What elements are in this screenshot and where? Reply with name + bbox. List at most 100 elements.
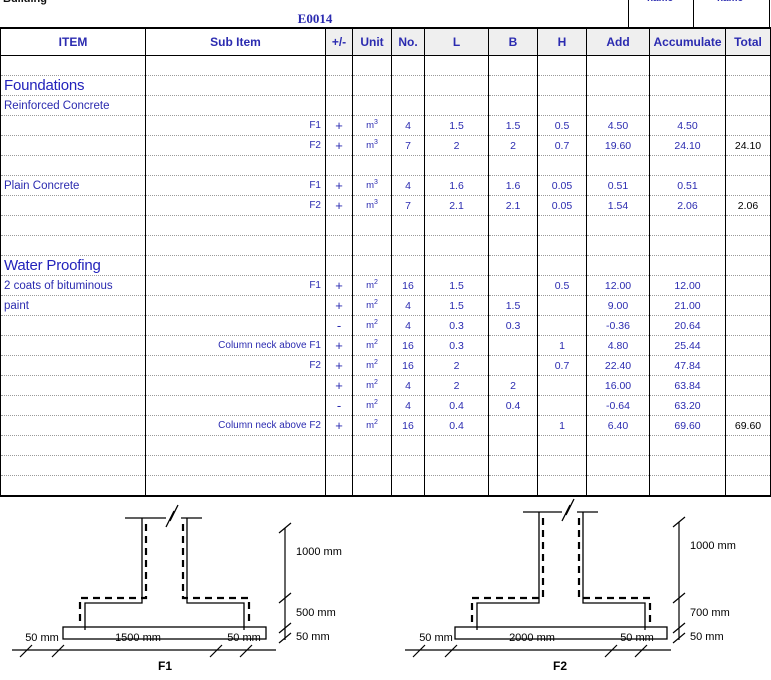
cell-b[interactable]	[488, 215, 538, 236]
cell-l[interactable]: 1.5	[424, 115, 489, 136]
cell-no[interactable]: 4	[391, 315, 425, 336]
name-cell-2[interactable]: name	[700, 0, 760, 4]
cell-h[interactable]	[537, 455, 587, 476]
cell-item[interactable]: 2 coats of bituminous	[0, 275, 146, 296]
cell-sign[interactable]: +	[325, 135, 353, 156]
cell-subitem[interactable]: Column neck above F2	[145, 415, 326, 436]
cell-h[interactable]: 0.5	[537, 275, 587, 296]
cell-item[interactable]	[0, 335, 146, 356]
col-header-sign[interactable]: +/-	[325, 28, 353, 56]
cell-b[interactable]: 2	[488, 375, 538, 396]
cell-total[interactable]	[725, 395, 771, 416]
cell-b[interactable]: 1.5	[488, 295, 538, 316]
cell-l[interactable]	[424, 455, 489, 476]
cell-b[interactable]: 2.1	[488, 195, 538, 216]
cell-b[interactable]	[488, 55, 538, 76]
cell-h[interactable]	[537, 315, 587, 336]
cell-add[interactable]: 16.00	[586, 375, 650, 396]
cell-unit[interactable]	[352, 55, 392, 76]
cell-item[interactable]	[0, 155, 146, 176]
cell-accumulate[interactable]: 63.84	[649, 375, 726, 396]
cell-h[interactable]	[537, 475, 587, 497]
cell-l[interactable]: 2.1	[424, 195, 489, 216]
cell-l[interactable]: 0.4	[424, 415, 489, 436]
cell-total[interactable]	[725, 275, 771, 296]
cell-sign[interactable]	[325, 455, 353, 476]
cell-item[interactable]	[0, 115, 146, 136]
cell-add[interactable]	[586, 215, 650, 236]
cell-subitem[interactable]	[145, 95, 326, 116]
cell-b[interactable]	[488, 155, 538, 176]
cell-sign[interactable]	[325, 55, 353, 76]
cell-sign[interactable]: +	[325, 275, 353, 296]
cell-b[interactable]	[488, 335, 538, 356]
cell-no[interactable]: 4	[391, 375, 425, 396]
cell-l[interactable]	[424, 255, 489, 276]
cell-total[interactable]	[725, 175, 771, 196]
cell-sign[interactable]: +	[325, 335, 353, 356]
cell-sign[interactable]	[325, 215, 353, 236]
cell-item[interactable]	[0, 135, 146, 156]
cell-unit[interactable]	[352, 475, 392, 497]
cell-l[interactable]: 1.5	[424, 275, 489, 296]
cell-b[interactable]	[488, 235, 538, 256]
project-code[interactable]: E0014	[0, 11, 630, 27]
cell-no[interactable]	[391, 215, 425, 236]
cell-l[interactable]	[424, 215, 489, 236]
cell-accumulate[interactable]: 69.60	[649, 415, 726, 436]
cell-no[interactable]: 4	[391, 115, 425, 136]
cell-b[interactable]	[488, 475, 538, 497]
cell-subitem[interactable]: F1	[145, 275, 326, 296]
cell-item[interactable]: Reinforced Concrete	[0, 95, 146, 116]
cell-h[interactable]: 0.7	[537, 355, 587, 376]
cell-unit[interactable]	[352, 435, 392, 456]
col-header-h[interactable]: H	[537, 28, 587, 56]
cell-add[interactable]	[586, 455, 650, 476]
cell-item[interactable]	[0, 215, 146, 236]
cell-accumulate[interactable]: 0.51	[649, 175, 726, 196]
cell-b[interactable]	[488, 255, 538, 276]
cell-unit[interactable]	[352, 255, 392, 276]
cell-h[interactable]	[537, 55, 587, 76]
cell-subitem[interactable]	[145, 75, 326, 96]
cell-total[interactable]	[725, 155, 771, 176]
cell-add[interactable]	[586, 55, 650, 76]
cell-no[interactable]: 16	[391, 275, 425, 296]
cell-add[interactable]: 4.50	[586, 115, 650, 136]
cell-add[interactable]: 4.80	[586, 335, 650, 356]
cell-add[interactable]: 12.00	[586, 275, 650, 296]
cell-subitem[interactable]: F2	[145, 135, 326, 156]
cell-l[interactable]: 2	[424, 375, 489, 396]
cell-add[interactable]: -0.36	[586, 315, 650, 336]
cell-accumulate[interactable]: 21.00	[649, 295, 726, 316]
cell-no[interactable]: 16	[391, 335, 425, 356]
cell-h[interactable]: 0.05	[537, 195, 587, 216]
cell-unit[interactable]: m2	[352, 315, 392, 336]
cell-sign[interactable]	[325, 475, 353, 497]
cell-no[interactable]	[391, 155, 425, 176]
col-header-no[interactable]: No.	[391, 28, 425, 56]
cell-unit[interactable]	[352, 455, 392, 476]
col-header-l[interactable]: L	[424, 28, 489, 56]
cell-no[interactable]: 4	[391, 175, 425, 196]
cell-item[interactable]	[0, 455, 146, 476]
cell-b[interactable]: 2	[488, 135, 538, 156]
cell-subitem[interactable]	[145, 55, 326, 76]
cell-l[interactable]	[424, 235, 489, 256]
cell-total[interactable]	[725, 215, 771, 236]
cell-sign[interactable]: +	[325, 175, 353, 196]
cell-h[interactable]	[537, 435, 587, 456]
cell-total[interactable]	[725, 295, 771, 316]
cell-add[interactable]	[586, 75, 650, 96]
cell-add[interactable]: 9.00	[586, 295, 650, 316]
cell-b[interactable]: 1.6	[488, 175, 538, 196]
cell-total[interactable]	[725, 375, 771, 396]
cell-b[interactable]	[488, 75, 538, 96]
cell-subitem[interactable]	[145, 315, 326, 336]
cell-item[interactable]	[0, 435, 146, 456]
cell-accumulate[interactable]	[649, 95, 726, 116]
cell-accumulate[interactable]: 24.10	[649, 135, 726, 156]
cell-item[interactable]: paint	[0, 295, 146, 316]
col-header-unit[interactable]: Unit	[352, 28, 392, 56]
cell-unit[interactable]: m2	[352, 415, 392, 436]
